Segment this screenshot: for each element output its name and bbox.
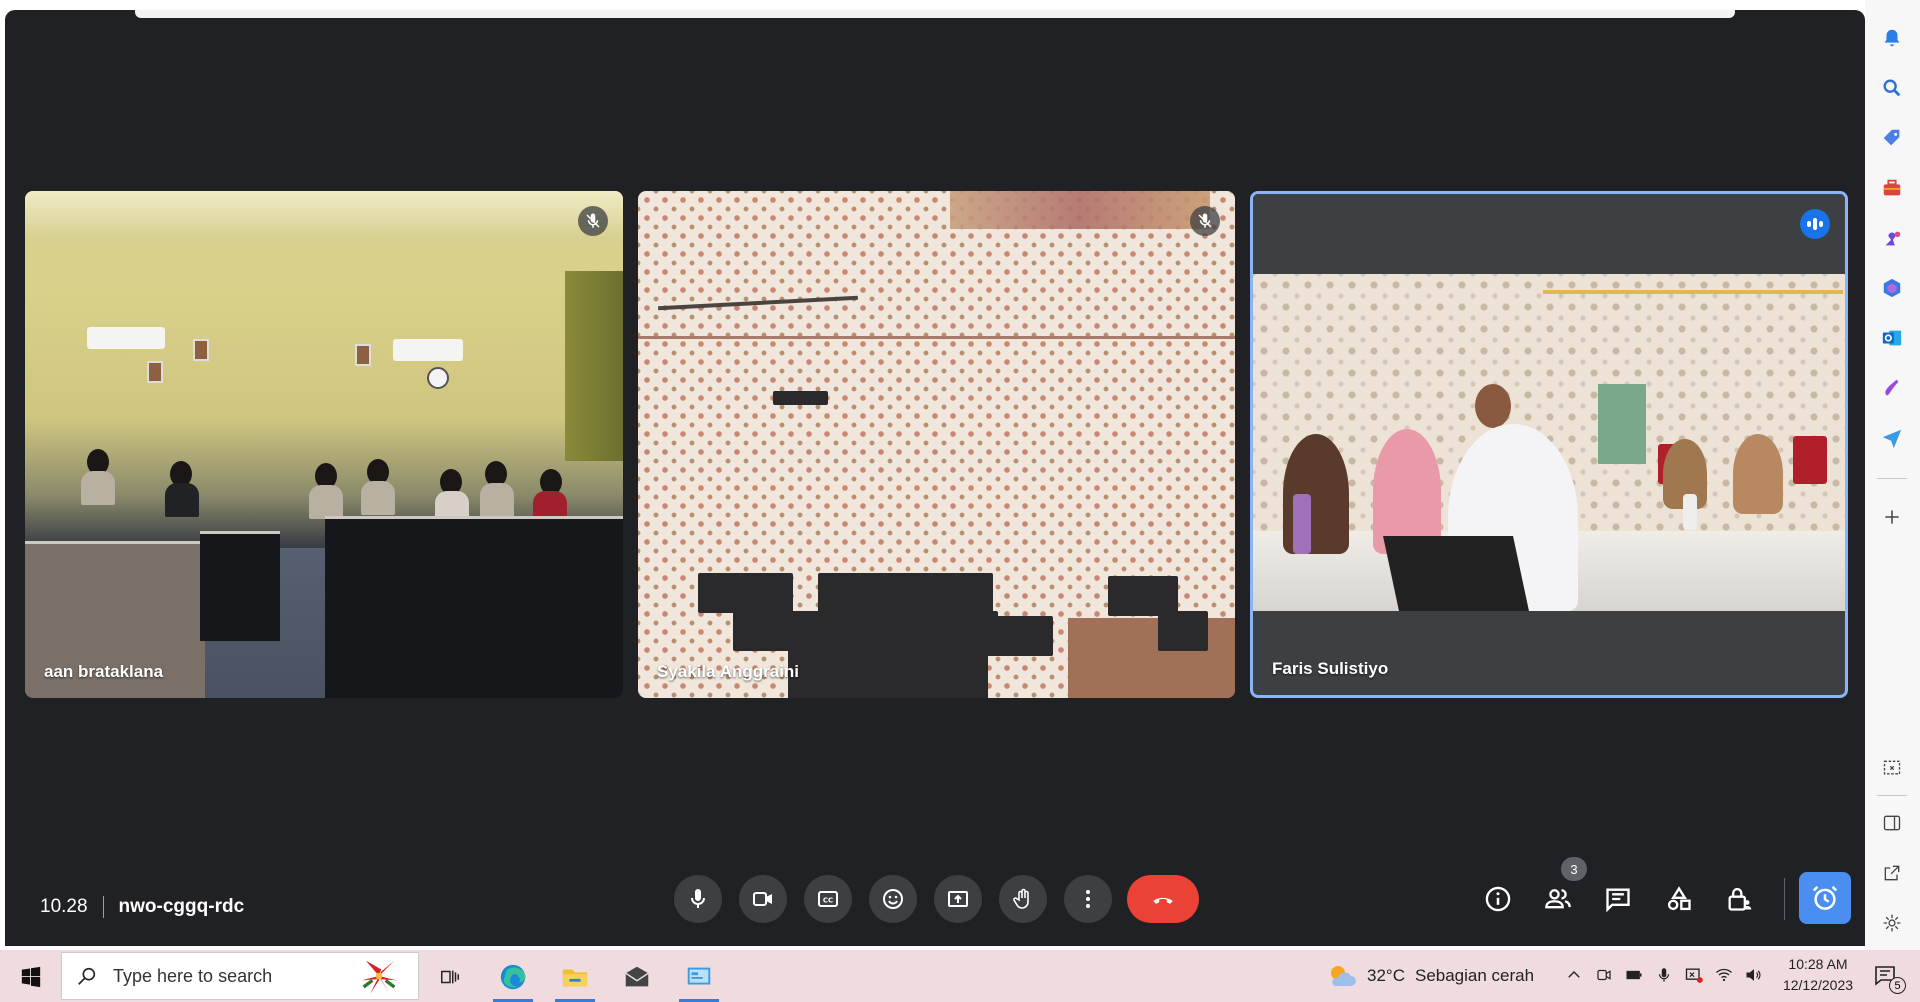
- participant-tile-2[interactable]: Syakila Anggraini: [638, 191, 1235, 698]
- phone-hangup-icon: [1153, 897, 1173, 904]
- send-icon[interactable]: [1877, 423, 1907, 453]
- designer-icon[interactable]: [1877, 373, 1907, 403]
- meeting-info: 10.28 nwo-cggq-rdc: [40, 896, 244, 918]
- timer-extension-button[interactable]: [1799, 872, 1851, 924]
- search-icon: [78, 967, 96, 985]
- taskbar-search-box[interactable]: Type here to search: [61, 952, 419, 1000]
- weather-description: Sebagian cerah: [1414, 966, 1535, 985]
- camera-button[interactable]: [739, 875, 787, 923]
- notification-count: 5: [1889, 977, 1906, 994]
- alarm-clock-icon: [1812, 885, 1838, 910]
- file-explorer-icon[interactable]: [552, 957, 598, 1002]
- raise-hand-button[interactable]: [999, 875, 1047, 923]
- screenshot-icon[interactable]: [1877, 753, 1907, 783]
- present-screen-button[interactable]: [934, 875, 982, 923]
- microphone-button[interactable]: [674, 875, 722, 923]
- toolbox-icon[interactable]: [1877, 173, 1907, 203]
- divider: [1877, 795, 1907, 796]
- people-button[interactable]: [1536, 877, 1580, 921]
- end-call-button[interactable]: [1127, 875, 1199, 923]
- host-controls-button[interactable]: [1717, 877, 1761, 921]
- participant-tile-3[interactable]: Faris Sulistiyo: [1250, 191, 1848, 698]
- meeting-code[interactable]: nwo-cggq-rdc: [119, 896, 245, 918]
- participant-name: Faris Sulistiyo: [1272, 659, 1389, 678]
- chat-icon: [1606, 888, 1630, 913]
- weather-temperature: 32°C: [1367, 966, 1405, 985]
- lock-person-icon: [1728, 887, 1752, 911]
- chat-button[interactable]: [1596, 877, 1640, 921]
- games-icon[interactable]: [1877, 223, 1907, 253]
- mail-icon[interactable]: [614, 957, 660, 997]
- people-icon: [1545, 889, 1571, 909]
- svg-text:CC: CC: [823, 897, 833, 905]
- shopping-tag-icon[interactable]: [1877, 123, 1907, 153]
- muted-mic-icon: [1190, 206, 1220, 236]
- poinsettia-icon: [361, 960, 397, 994]
- outlook-icon[interactable]: [1877, 323, 1907, 353]
- captions-button[interactable]: CC: [804, 875, 852, 923]
- clock-time: 10:28 AM: [1788, 956, 1848, 972]
- open-external-icon[interactable]: [1877, 858, 1907, 888]
- microsoft-365-icon[interactable]: [1877, 273, 1907, 303]
- windows-start-icon[interactable]: [8, 957, 54, 997]
- meet-window: aan brataklana Syakila Anggraini Faris S…: [5, 10, 1865, 946]
- participant-video: [638, 191, 1235, 698]
- activities-button[interactable]: [1657, 877, 1701, 921]
- settings-gear-icon[interactable]: [1877, 908, 1907, 938]
- muted-mic-icon: [578, 206, 608, 236]
- security-alert-icon[interactable]: [1683, 962, 1705, 988]
- meeting-details-button[interactable]: [1476, 877, 1520, 921]
- shapes-icon: [1667, 886, 1691, 911]
- divider: [102, 896, 104, 918]
- weather-widget[interactable]: 32°C Sebagian cerah: [1325, 960, 1534, 992]
- clock-date: 12/12/2023: [1782, 977, 1854, 993]
- volume-icon[interactable]: [1743, 962, 1765, 988]
- hand-icon: [1013, 888, 1029, 909]
- reactions-button[interactable]: [869, 875, 917, 923]
- search-placeholder: Type here to search: [113, 965, 273, 986]
- browser-edge: [135, 10, 1735, 18]
- more-vert-icon: [1086, 890, 1090, 908]
- battery-icon[interactable]: [1623, 962, 1645, 988]
- emoji-icon: [883, 889, 903, 909]
- chevron-up-icon[interactable]: [1563, 962, 1585, 988]
- divider: [1784, 878, 1785, 920]
- divider: [1877, 478, 1907, 479]
- wifi-icon[interactable]: [1713, 962, 1735, 988]
- microphone-icon[interactable]: [1653, 962, 1675, 988]
- participant-name: Syakila Anggraini: [657, 662, 800, 681]
- sidebar-toggle-icon[interactable]: [1877, 808, 1907, 838]
- meet-now-icon[interactable]: [1593, 962, 1615, 988]
- captions-icon: CC: [818, 891, 838, 907]
- task-view-icon[interactable]: [427, 957, 473, 997]
- participant-video: [25, 191, 623, 698]
- search-icon[interactable]: [1877, 73, 1907, 103]
- control-panel-icon[interactable]: [676, 957, 722, 1002]
- participant-tile-1[interactable]: aan brataklana: [25, 191, 623, 698]
- edge-browser-icon[interactable]: [490, 957, 536, 1002]
- notification-center-icon[interactable]: 5: [1870, 960, 1906, 994]
- meeting-time: 10.28: [40, 896, 88, 917]
- mic-icon: [691, 889, 705, 908]
- bell-icon[interactable]: [1877, 23, 1907, 53]
- add-icon[interactable]: [1877, 502, 1907, 532]
- partly-sunny-icon: [1331, 966, 1356, 986]
- participant-video: [1253, 274, 1845, 611]
- present-icon: [948, 891, 968, 907]
- info-icon: [1485, 886, 1511, 912]
- more-options-button[interactable]: [1064, 875, 1112, 923]
- participant-name: aan brataklana: [44, 662, 164, 681]
- taskbar-clock[interactable]: 10:28 AM 12/12/2023: [1775, 954, 1861, 996]
- speaking-indicator-icon: [1800, 209, 1830, 239]
- camera-icon: [753, 892, 772, 906]
